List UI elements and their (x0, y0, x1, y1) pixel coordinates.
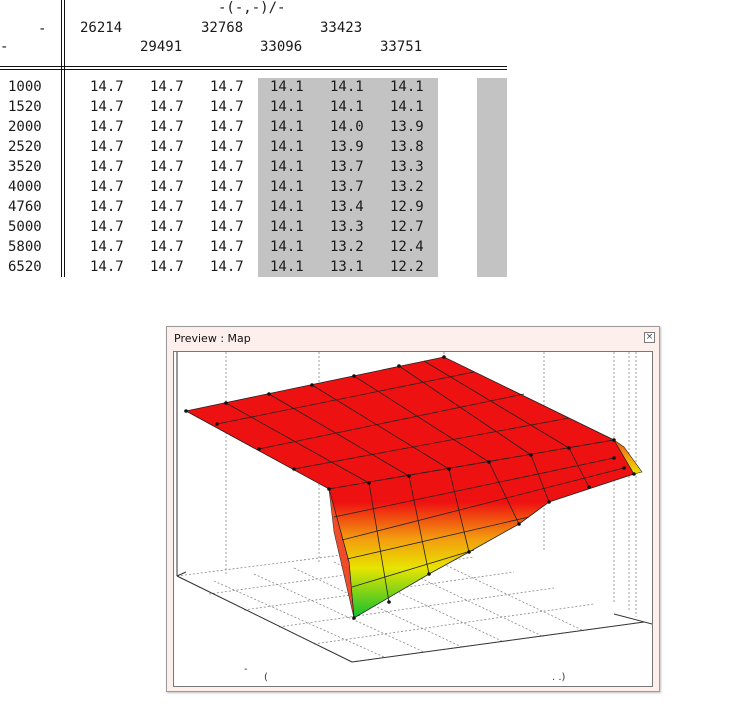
table-cell[interactable]: 14.7 (90, 79, 124, 95)
table-cell[interactable]: 14.1 (270, 179, 304, 195)
table-cell[interactable]: 14.7 (90, 259, 124, 275)
col-header-3: 32768 (201, 20, 244, 36)
table-cell[interactable]: 13.9 (390, 119, 424, 135)
row-label: 6520 (8, 259, 42, 275)
table-cell[interactable]: 14.7 (210, 239, 244, 255)
row-label: 5800 (8, 239, 42, 255)
table-cell[interactable]: 14.0 (330, 119, 364, 135)
row-label: 1000 (8, 79, 42, 95)
column-header-divider-2 (0, 69, 507, 70)
table-cell[interactable]: 14.7 (210, 219, 244, 235)
table-cell[interactable]: 14.7 (150, 219, 184, 235)
row-header-divider (61, 0, 62, 277)
row-label: 5000 (8, 219, 42, 235)
highlighted-column-right (477, 78, 507, 277)
table-cell[interactable]: 14.1 (270, 99, 304, 115)
row-label: 2520 (8, 139, 42, 155)
table-cell[interactable]: 14.7 (90, 219, 124, 235)
table-cell[interactable]: 14.1 (270, 119, 304, 135)
surface-svg (176, 352, 653, 663)
header-dash-left: - (38, 21, 47, 37)
row-label: 4760 (8, 199, 42, 215)
row-label: 4000 (8, 179, 42, 195)
table-cell[interactable]: 14.7 (150, 159, 184, 175)
table-cell[interactable]: 12.2 (390, 259, 424, 275)
axis-mark-left: - (244, 664, 248, 675)
table-cell[interactable]: 14.1 (330, 99, 364, 115)
table-cell[interactable]: 13.2 (330, 239, 364, 255)
table-cell[interactable]: 14.7 (210, 139, 244, 155)
table-cell[interactable]: 14.7 (210, 259, 244, 275)
axis-mark-mid: ( (264, 672, 268, 683)
table-cell[interactable]: 13.9 (330, 139, 364, 155)
table-cell[interactable]: 12.7 (390, 219, 424, 235)
table-cell[interactable]: 12.9 (390, 199, 424, 215)
row-label: 3520 (8, 159, 42, 175)
preview-window[interactable]: Preview : Map × - (. .) (166, 326, 660, 692)
table-cell[interactable]: 14.7 (210, 179, 244, 195)
table-cell[interactable]: 14.1 (270, 239, 304, 255)
col-header-6: 33751 (380, 39, 423, 55)
table-cell[interactable]: 14.7 (90, 119, 124, 135)
table-cell[interactable]: 13.3 (330, 219, 364, 235)
table-cell[interactable]: 14.7 (90, 159, 124, 175)
table-cell[interactable]: 14.7 (150, 179, 184, 195)
table-cell[interactable]: 14.1 (270, 259, 304, 275)
table-cell[interactable]: 14.7 (210, 79, 244, 95)
table-cell[interactable]: 14.7 (150, 139, 184, 155)
table-cell[interactable]: 14.7 (150, 119, 184, 135)
table-cell[interactable]: 14.7 (90, 239, 124, 255)
axis-label: -(-,-)/- (218, 0, 286, 16)
row-label: 1520 (8, 99, 42, 115)
col-header-2: 29491 (140, 39, 183, 55)
table-cell[interactable]: 14.7 (150, 199, 184, 215)
table-cell[interactable]: 13.7 (330, 179, 364, 195)
table-cell[interactable]: 14.7 (210, 99, 244, 115)
axis-mark-right: . .) (552, 672, 566, 683)
table-cell[interactable]: 14.7 (150, 99, 184, 115)
table-cell[interactable]: 14.1 (270, 79, 304, 95)
close-icon[interactable]: × (644, 332, 655, 343)
table-cell[interactable]: 14.7 (210, 159, 244, 175)
col-header-4: 33096 (260, 39, 303, 55)
table-cell[interactable]: 14.1 (270, 159, 304, 175)
row-header-divider-2 (64, 0, 65, 277)
table-cell[interactable]: 14.7 (90, 99, 124, 115)
header-dash-row: - (0, 39, 9, 55)
table-cell[interactable]: 14.7 (90, 179, 124, 195)
table-cell[interactable]: 14.7 (210, 199, 244, 215)
table-cell[interactable]: 14.1 (270, 219, 304, 235)
table-cell[interactable]: 13.2 (390, 179, 424, 195)
preview-title: Preview : Map (174, 332, 251, 345)
table-cell[interactable]: 13.4 (330, 199, 364, 215)
table-cell[interactable]: 13.8 (390, 139, 424, 155)
table-cell[interactable]: 14.7 (150, 239, 184, 255)
row-label: 2000 (8, 119, 42, 135)
table-cell[interactable]: 14.1 (330, 79, 364, 95)
table-cell[interactable]: 12.4 (390, 239, 424, 255)
surface-plot: - ( . .) (173, 351, 653, 687)
table-cell[interactable]: 13.7 (330, 159, 364, 175)
col-header-1: 26214 (80, 20, 123, 36)
table-cell[interactable]: 14.7 (150, 259, 184, 275)
table-cell[interactable]: 14.1 (270, 139, 304, 155)
column-header-divider (0, 66, 507, 67)
table-cell[interactable]: 14.7 (90, 199, 124, 215)
table-cell[interactable]: 14.1 (270, 199, 304, 215)
table-cell[interactable]: 14.7 (150, 79, 184, 95)
table-cell[interactable]: 14.1 (390, 99, 424, 115)
table-cell[interactable]: 13.3 (390, 159, 424, 175)
table-cell[interactable]: 13.1 (330, 259, 364, 275)
col-header-5: 33423 (320, 20, 363, 36)
table-cell[interactable]: 14.7 (90, 139, 124, 155)
table-cell[interactable]: 14.7 (210, 119, 244, 135)
table-cell[interactable]: 14.1 (390, 79, 424, 95)
